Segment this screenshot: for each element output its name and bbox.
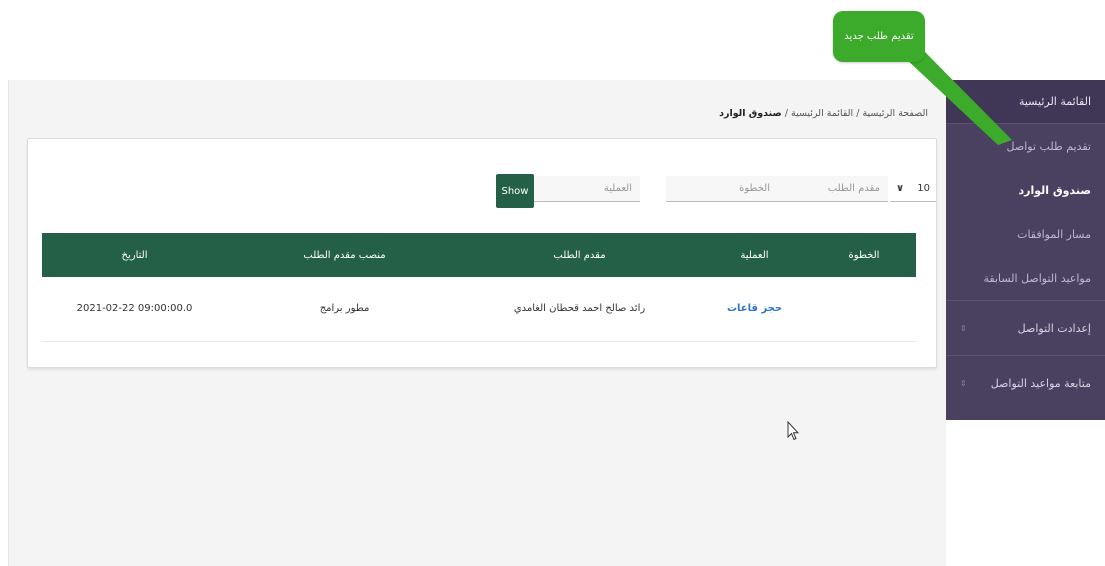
sidebar-main-menu[interactable]: القائمة الرئيسية ˄ — [946, 80, 1105, 124]
cell-step — [812, 277, 916, 341]
sidebar-item-approval-path[interactable]: مسار الموافقات — [946, 212, 1105, 256]
breadcrumb-separator: / — [781, 108, 791, 119]
header-position[interactable]: منصب مقدم الطلب — [227, 233, 462, 277]
header-step[interactable]: الخطوة — [812, 233, 916, 277]
main-content: الصفحة الرئيسية / القائمة الرئيسية / صند… — [8, 80, 946, 566]
table-row[interactable]: 2021-02-22 09:00:00.0 مطور برامج رائد صا… — [42, 277, 916, 341]
sidebar-group-followup-label: متابعة مواعيد التواصل — [990, 376, 1091, 390]
applicant-filter-input[interactable]: مقدم الطلب — [776, 176, 888, 202]
sort-icon: ⇕ — [960, 378, 967, 388]
sidebar-group-settings[interactable]: إعدادت التواصل ⇕ — [946, 300, 1105, 355]
callout-bubble: تقديم طلب جديد — [833, 11, 925, 62]
operation-link[interactable]: حجز قاعات — [727, 303, 782, 314]
header-operation[interactable]: العملية — [697, 233, 812, 277]
breadcrumb: الصفحة الرئيسية / القائمة الرئيسية / صند… — [719, 108, 928, 119]
step-filter-input[interactable]: الخطوة — [666, 176, 778, 202]
mouse-cursor-icon — [787, 421, 799, 441]
page-size-select[interactable]: ∨ 10 — [890, 176, 936, 202]
cell-operation: حجز قاعات — [697, 277, 812, 341]
cell-position: مطور برامج — [319, 303, 370, 315]
header-date[interactable]: التاريخ — [42, 233, 227, 277]
sidebar-group-settings-label: إعدادت التواصل — [1017, 321, 1091, 335]
sidebar: القائمة الرئيسية ˄ تقديم طلب تواصل صندوق… — [946, 80, 1105, 420]
breadcrumb-menu[interactable]: القائمة الرئيسية — [791, 108, 853, 119]
header-applicant[interactable]: مقدم الطلب — [462, 233, 697, 277]
app-page: الصفحة الرئيسية / القائمة الرئيسية / صند… — [0, 0, 1105, 566]
breadcrumb-home[interactable]: الصفحة الرئيسية — [862, 108, 928, 119]
caret-up-icon: ˄ — [960, 97, 964, 106]
sidebar-main-menu-label: القائمة الرئيسية — [1018, 95, 1091, 108]
chevron-down-icon: ∨ — [896, 183, 905, 194]
cell-date: 2021-02-22 09:00:00.0 — [76, 303, 193, 315]
breadcrumb-current: صندوق الوارد — [719, 108, 782, 119]
show-button[interactable]: Show — [496, 174, 534, 208]
inbox-card: ∨ 10 مقدم الطلب الخطوة العملية Show التا… — [27, 138, 937, 368]
operation-filter-input[interactable]: العملية — [528, 176, 640, 202]
sidebar-item-previous-appointments[interactable]: مواعيد التواصل السابقة — [946, 256, 1105, 300]
table-header-row: التاريخ منصب مقدم الطلب مقدم الطلب العمل… — [42, 233, 916, 277]
inbox-table: التاريخ منصب مقدم الطلب مقدم الطلب العمل… — [42, 233, 916, 342]
page-size-value: 10 — [917, 183, 930, 194]
sidebar-item-new-request[interactable]: تقديم طلب تواصل — [946, 124, 1105, 168]
sort-icon: ⇕ — [960, 323, 967, 333]
sidebar-item-inbox[interactable]: صندوق الوارد — [946, 168, 1105, 212]
sidebar-group-followup[interactable]: متابعة مواعيد التواصل ⇕ — [946, 355, 1105, 410]
cell-applicant: رائد صالح احمد قحطان الغامدي — [513, 303, 646, 315]
